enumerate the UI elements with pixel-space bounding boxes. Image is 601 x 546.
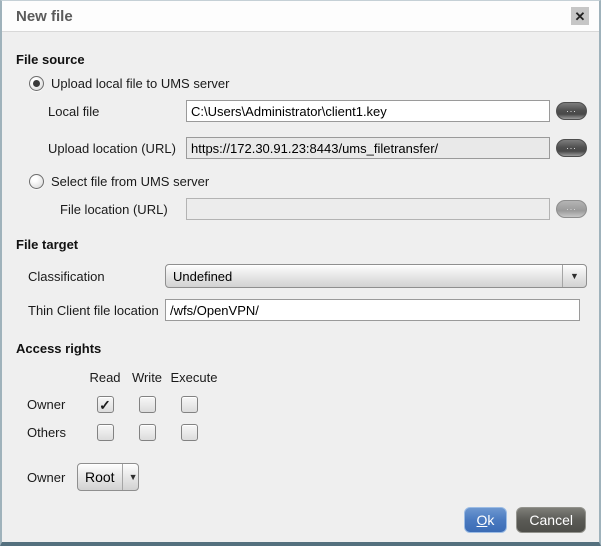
file-location-input (186, 198, 550, 220)
file-location-browse-button: ... (556, 200, 587, 218)
classification-select[interactable]: Undefined ▼ (165, 264, 587, 288)
file-location-label: File location (URL) (60, 202, 186, 217)
column-write: Write (126, 370, 168, 385)
others-rights-row: Others ✓ ✓ ✓ (27, 424, 587, 441)
cancel-button[interactable]: Cancel (516, 507, 586, 533)
thin-client-location-input[interactable] (165, 299, 580, 321)
chevron-down-icon[interactable]: ▼ (562, 265, 586, 287)
local-file-label: Local file (48, 104, 186, 119)
local-file-browse-button[interactable]: ... (556, 102, 587, 120)
others-execute-checkbox[interactable]: ✓ (181, 424, 198, 441)
upload-location-browse-button[interactable]: ... (556, 139, 587, 157)
access-rights-columns: Read Write Execute (27, 370, 587, 385)
thin-client-location-row: Thin Client file location (28, 299, 587, 321)
owner-select-label: Owner (27, 470, 75, 485)
upload-location-input[interactable] (186, 137, 550, 159)
file-source-header: File source (16, 52, 587, 67)
select-from-ums-radio-row: Select file from UMS server (29, 174, 587, 189)
owner-select-value: Root (78, 469, 122, 485)
upload-location-row: Upload location (URL) ... (48, 137, 587, 159)
owner-row-label: Owner (27, 397, 84, 412)
close-icon[interactable]: ✕ (571, 7, 589, 25)
local-file-row: Local file ... (48, 100, 587, 122)
upload-location-label: Upload location (URL) (48, 141, 186, 156)
classification-label: Classification (28, 269, 165, 284)
ok-button[interactable]: Ok (464, 507, 508, 533)
new-file-dialog: New file ✕ File source Upload local file… (0, 0, 601, 546)
owner-select-row: Owner Root ▼ (27, 463, 587, 491)
classification-value: Undefined (166, 269, 562, 284)
select-from-ums-radio-label[interactable]: Select file from UMS server (51, 174, 209, 189)
owner-rights-row: Owner ✓ ✓ ✓ (27, 396, 587, 413)
file-target-header: File target (16, 237, 587, 252)
others-read-checkbox[interactable]: ✓ (97, 424, 114, 441)
owner-execute-checkbox[interactable]: ✓ (181, 396, 198, 413)
access-rights-grid: Read Write Execute Owner ✓ ✓ ✓ Others ✓ … (27, 370, 587, 441)
dialog-title: New file (16, 8, 571, 25)
owner-select[interactable]: Root ▼ (77, 463, 139, 491)
upload-local-radio-label[interactable]: Upload local file to UMS server (51, 76, 229, 91)
local-file-input[interactable] (186, 100, 550, 122)
access-rights-header: Access rights (16, 341, 587, 356)
chevron-down-icon[interactable]: ▼ (122, 464, 144, 490)
upload-local-radio-row: Upload local file to UMS server (29, 76, 587, 91)
thin-client-location-label: Thin Client file location (28, 303, 165, 318)
upload-local-radio[interactable] (29, 76, 44, 91)
owner-write-checkbox[interactable]: ✓ (139, 396, 156, 413)
others-row-label: Others (27, 425, 84, 440)
title-bar: New file ✕ (2, 1, 599, 32)
others-write-checkbox[interactable]: ✓ (139, 424, 156, 441)
classification-row: Classification Undefined ▼ (28, 264, 587, 288)
footer-buttons: Ok Cancel (464, 507, 586, 533)
owner-read-checkbox[interactable]: ✓ (97, 396, 114, 413)
select-from-ums-radio[interactable] (29, 174, 44, 189)
column-read: Read (84, 370, 126, 385)
column-execute: Execute (168, 370, 220, 385)
dialog-body: File source Upload local file to UMS ser… (2, 32, 599, 491)
file-location-row: File location (URL) ... (60, 198, 587, 220)
